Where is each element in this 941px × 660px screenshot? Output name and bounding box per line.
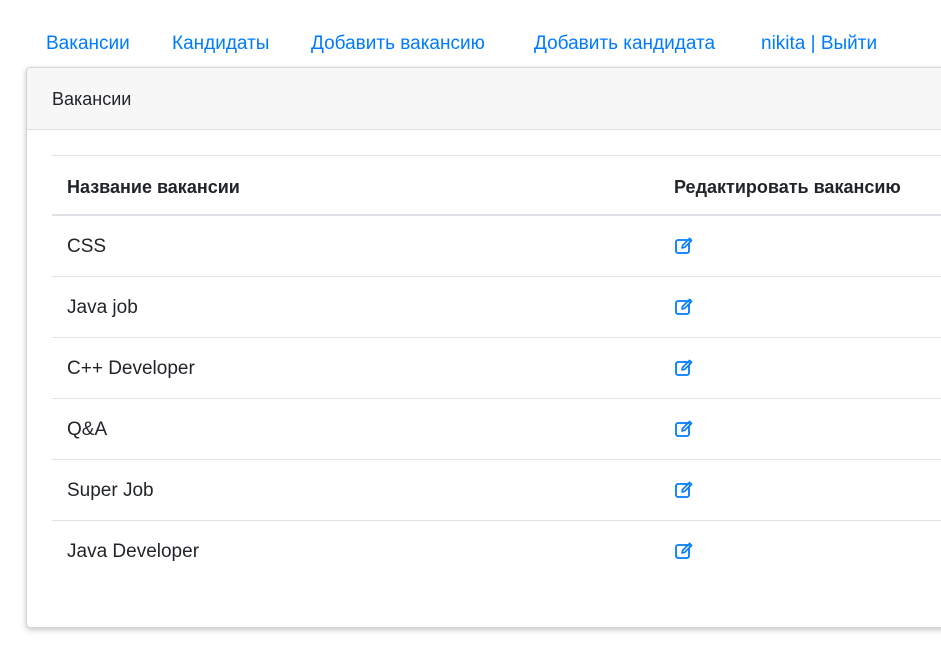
vacancy-name: Java job	[67, 297, 138, 318]
nav-link-add-candidate[interactable]: Добавить кандидата	[534, 31, 715, 57]
vacancies-card: Вакансии Название вакансии Редактировать…	[26, 67, 941, 628]
card-header: Вакансии	[27, 68, 941, 130]
vacancy-name: C++ Developer	[67, 358, 195, 379]
card-title: Вакансии	[52, 89, 132, 109]
edit-icon	[675, 481, 693, 498]
edit-icon	[675, 420, 693, 437]
vacancy-name: Super Job	[67, 480, 154, 501]
vacancy-name: Q&A	[67, 419, 108, 440]
top-nav: Вакансии Кандидаты Добавить вакансию Доб…	[0, 0, 941, 68]
edit-icon	[675, 237, 693, 254]
table-row: C++ Developer	[52, 338, 941, 399]
edit-vacancy-button[interactable]	[674, 236, 694, 256]
column-header-name: Название вакансии	[67, 177, 240, 197]
vacancy-name: CSS	[67, 236, 107, 257]
table-row: Super Job	[52, 460, 941, 521]
table-header-row: Название вакансии Редактировать вакансию	[52, 155, 941, 216]
edit-vacancy-button[interactable]	[674, 297, 694, 317]
column-header-edit: Редактировать вакансию	[674, 177, 901, 197]
edit-vacancy-button[interactable]	[674, 358, 694, 378]
nav-link-vacancies[interactable]: Вакансии	[46, 31, 130, 57]
vacancy-name: Java Developer	[67, 541, 200, 562]
table-row: Java Developer	[52, 521, 941, 582]
edit-icon	[675, 542, 693, 559]
nav-link-candidates[interactable]: Кандидаты	[172, 31, 269, 57]
table-body: CSS Java job C++ Developer Q&A Super Job…	[52, 216, 941, 582]
nav-link-logout[interactable]: nikita | Выйти	[761, 31, 877, 57]
edit-vacancy-button[interactable]	[674, 480, 694, 500]
table-row: Java job	[52, 277, 941, 338]
edit-icon	[675, 359, 693, 376]
edit-icon	[675, 298, 693, 315]
table-row: CSS	[52, 216, 941, 277]
edit-vacancy-button[interactable]	[674, 419, 694, 439]
table-row: Q&A	[52, 399, 941, 460]
edit-vacancy-button[interactable]	[674, 541, 694, 561]
nav-link-add-vacancy[interactable]: Добавить вакансию	[311, 31, 485, 57]
vacancies-table: Название вакансии Редактировать вакансию…	[52, 155, 941, 582]
